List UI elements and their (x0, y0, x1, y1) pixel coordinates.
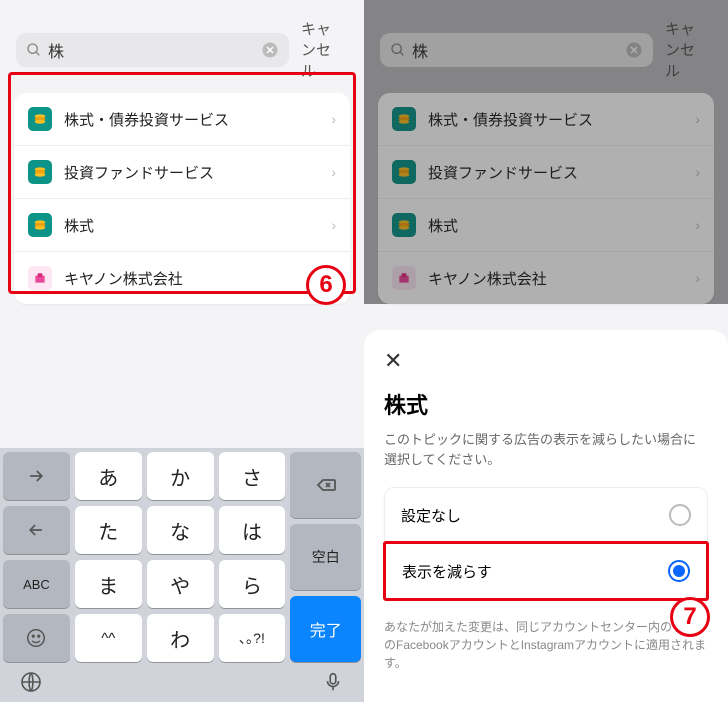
coins-icon (392, 213, 416, 237)
search-input[interactable] (48, 41, 255, 59)
result-label: 株式 (428, 215, 683, 236)
clear-icon (625, 41, 643, 59)
sheet-footer-text: あなたが加えた変更は、同じアカウントセンター内のすべてのFacebookアカウン… (384, 618, 708, 672)
kb-backspace[interactable] (290, 452, 361, 518)
kb-key[interactable]: や (147, 560, 214, 608)
kb-key[interactable]: ^^ (75, 614, 142, 662)
sheet-title: 株式 (384, 388, 708, 420)
annotation-step-7: 7 (670, 597, 710, 637)
kb-key[interactable]: わ (147, 614, 214, 662)
kb-key[interactable]: は (219, 506, 286, 554)
option-label: 設定なし (401, 505, 461, 526)
kb-done[interactable]: 完了 (290, 596, 361, 662)
result-item: 投資ファンドサービス › (378, 146, 714, 199)
coins-icon (392, 107, 416, 131)
annotation-box-6 (8, 72, 356, 294)
bottom-sheet: ✕ 株式 このトピックに関する広告の表示を減らしたい場合に選択してください。 設… (364, 330, 728, 702)
company-icon (392, 266, 416, 290)
result-item: 株式 › (378, 199, 714, 252)
option-none[interactable]: 設定なし (385, 488, 707, 543)
upper-area-dimmed: キャンセル 株式・債券投資サービス › 投資ファンドサービス › 株式 › キヤ… (364, 0, 728, 304)
annotation-box-7: 表示を減らす (383, 541, 709, 601)
clear-icon[interactable] (261, 41, 279, 59)
chevron-right-icon: › (695, 270, 700, 286)
chevron-right-icon: › (695, 164, 700, 180)
annotation-step-6: 6 (306, 265, 346, 305)
kb-key[interactable]: あ (75, 452, 142, 500)
sheet-description: このトピックに関する広告の表示を減らしたい場合に選択してください。 (384, 430, 708, 469)
search-icon (26, 42, 42, 58)
result-list: 株式・債券投資サービス › 投資ファンドサービス › 株式 › キヤノン株式会社… (378, 93, 714, 304)
close-button[interactable]: ✕ (384, 348, 708, 374)
result-item: 株式・債券投資サービス › (378, 93, 714, 146)
kb-emoji[interactable] (3, 614, 70, 662)
kb-arrow-right[interactable] (3, 452, 70, 500)
kb-key[interactable]: な (147, 506, 214, 554)
kb-globe-icon[interactable] (15, 668, 47, 696)
result-label: 投資ファンドサービス (428, 162, 683, 183)
result-item: キヤノン株式会社 › (378, 252, 714, 304)
kb-key[interactable]: た (75, 506, 142, 554)
kb-key[interactable]: ､｡?! (219, 614, 286, 662)
radio-unchecked-icon (669, 504, 691, 526)
option-list: 設定なし 表示を減らす (384, 487, 708, 600)
keyboard: あ か さ た な は ABC ま や ら ^^ (0, 448, 364, 702)
result-label: キヤノン株式会社 (428, 268, 683, 289)
search-row: キャンセル (374, 10, 718, 93)
kb-arrow-left[interactable] (3, 506, 70, 554)
result-label: 株式・債券投資サービス (428, 109, 683, 130)
kb-space[interactable]: 空白 (290, 524, 361, 590)
search-icon (390, 42, 406, 58)
cancel-button: キャンセル (661, 18, 712, 81)
kb-key[interactable]: ら (219, 560, 286, 608)
chevron-right-icon: › (695, 111, 700, 127)
option-label: 表示を減らす (402, 561, 492, 582)
coins-icon (392, 160, 416, 184)
chevron-right-icon: › (695, 217, 700, 233)
kb-abc[interactable]: ABC (3, 560, 70, 608)
kb-key[interactable]: か (147, 452, 214, 500)
left-screen: キャンセル 株式・債券投資サービス › 投資ファンドサービス › 株式 › キヤ… (0, 0, 364, 702)
kb-key[interactable]: ま (75, 560, 142, 608)
search-box (380, 33, 653, 67)
option-reduce[interactable]: 表示を減らす (386, 544, 706, 598)
radio-checked-icon (668, 560, 690, 582)
right-screen: キャンセル 株式・債券投資サービス › 投資ファンドサービス › 株式 › キヤ… (364, 0, 728, 702)
kb-mic-icon[interactable] (317, 668, 349, 696)
kb-key[interactable]: さ (219, 452, 286, 500)
search-box[interactable] (16, 33, 289, 67)
search-input (412, 41, 619, 59)
